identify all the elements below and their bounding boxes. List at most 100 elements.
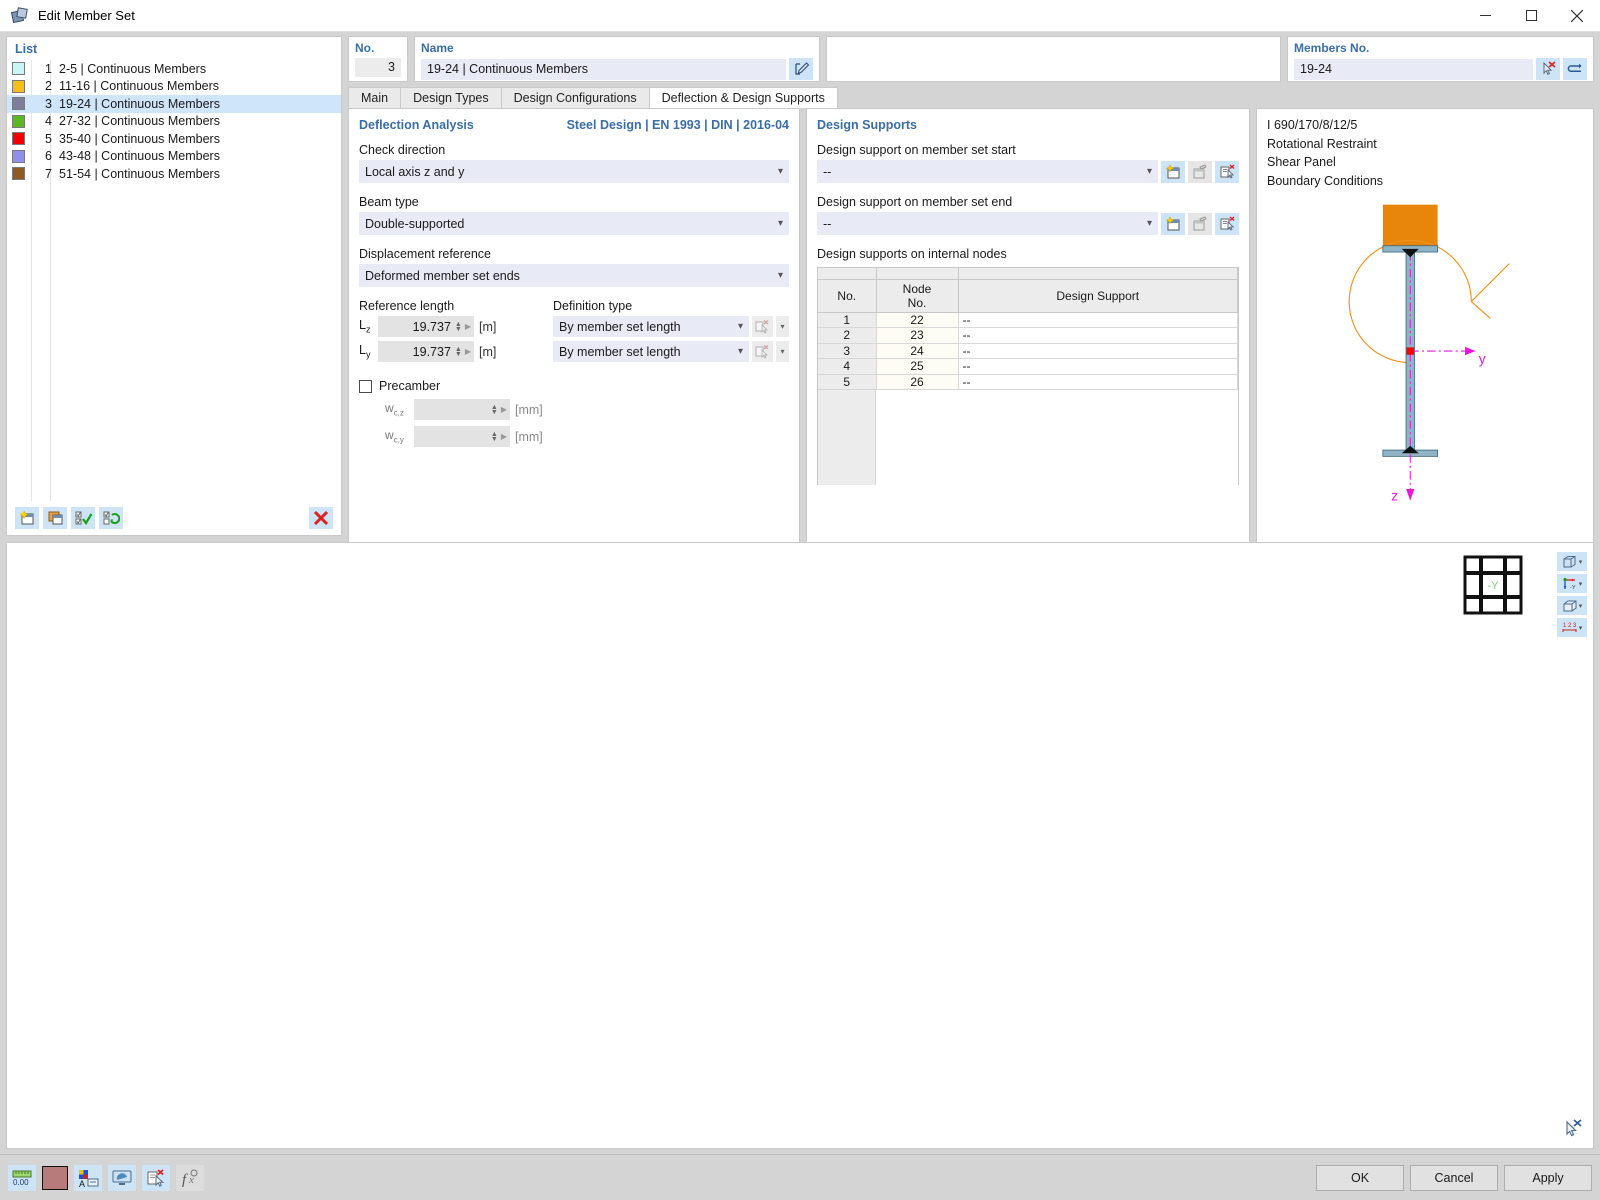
table-row[interactable]: 4 25 -- [818, 358, 1238, 375]
dialog-footer: 0.00 A fx OK Cancel Apply [0, 1154, 1600, 1200]
table-row[interactable]: 2 23 -- [818, 327, 1238, 344]
support-end-select[interactable]: -- ▾ [817, 212, 1158, 235]
reference-length-apply-arrow[interactable]: ▶ [465, 347, 471, 356]
precamber-symbol: wc,y [385, 428, 404, 445]
invert-selection-icon[interactable] [99, 507, 123, 529]
beam-type-select[interactable]: Double-supported ▾ [359, 212, 789, 235]
support-start-label: Design support on member set start [817, 143, 1016, 157]
check-direction-select[interactable]: Local axis z and y ▾ [359, 160, 789, 183]
member-set-list[interactable]: 1 2-5 | Continuous Members 2 11-16 | Contin… [7, 60, 341, 501]
list-item[interactable]: 6 43-48 | Continuous Members [7, 148, 341, 166]
reference-length-input[interactable]: 19.737 ▲ ▼ ▶ [378, 316, 474, 337]
axis-y-label: y [1479, 352, 1486, 367]
reference-length-apply-arrow[interactable]: ▶ [465, 322, 471, 331]
axis-system-icon[interactable]: -Y ▾ [1557, 574, 1587, 593]
cell-node[interactable]: 22 [876, 312, 959, 328]
definition-type-value: By member set length [559, 319, 681, 334]
close-button[interactable] [1554, 0, 1600, 32]
graphics-settings-icon[interactable]: A [74, 1164, 102, 1191]
tab-main[interactable]: Main [348, 87, 402, 108]
new-design-support-icon[interactable] [1161, 160, 1185, 183]
number-input[interactable]: 3 [355, 58, 401, 77]
maximize-button[interactable] [1508, 0, 1554, 32]
table-row[interactable]: 5 26 -- [818, 374, 1238, 390]
reference-length-spinner[interactable]: ▲ ▼ [455, 321, 462, 333]
cancel-button[interactable]: Cancel [1410, 1164, 1498, 1191]
internal-nodes-table[interactable]: No. Node No. Design Support 1 22 -- 2 23 -- 3 2… [817, 267, 1239, 390]
reference-length-spinner[interactable]: ▲ ▼ [455, 346, 462, 358]
design-standard-label: Steel Design | EN 1993 | DIN | 2016-04 [566, 118, 789, 132]
ok-button[interactable]: OK [1316, 1164, 1404, 1191]
cell-node[interactable]: 24 [876, 343, 959, 359]
units-icon[interactable]: 0.00 [8, 1164, 36, 1191]
navigation-cube[interactable]: -Y [1463, 555, 1523, 615]
name-input[interactable]: 19-24 | Continuous Members [421, 58, 786, 80]
cell-node[interactable]: 25 [876, 358, 959, 375]
list-item[interactable]: 3 19-24 | Continuous Members [7, 95, 341, 113]
precamber-apply-arrow[interactable]: ▶ [501, 432, 507, 441]
definition-type-options-chevron-down-icon[interactable]: ▾ [776, 316, 789, 337]
edit-design-support-icon[interactable] [1188, 212, 1212, 235]
cell-support[interactable]: -- [958, 327, 1238, 344]
support-start-select[interactable]: -- ▾ [817, 160, 1158, 183]
precamber-input[interactable]: ▲ ▼ ▶ [414, 399, 510, 420]
view-style-icon[interactable]: ▾ [1557, 552, 1587, 571]
cell-node[interactable]: 26 [876, 374, 959, 390]
copy-member-set-icon[interactable] [43, 507, 67, 529]
precamber-spinner[interactable]: ▲ ▼ [491, 404, 498, 416]
list-item[interactable]: 4 27-32 | Continuous Members [7, 113, 341, 131]
cell-support[interactable]: -- [958, 374, 1238, 390]
deselect-icon[interactable] [142, 1164, 170, 1191]
render-shading-icon[interactable]: ▾ [1557, 596, 1587, 615]
precamber-checkbox[interactable] [359, 379, 372, 393]
delete-member-set-icon[interactable] [309, 507, 333, 529]
cell-support[interactable]: -- [958, 312, 1238, 328]
members-field-group: Members No. 19-24 [1287, 36, 1594, 82]
cell-node[interactable]: 23 [876, 327, 959, 344]
delete-design-support-icon[interactable] [1215, 212, 1239, 235]
window-title: Edit Member Set [38, 8, 135, 23]
reference-length-input[interactable]: 19.737 ▲ ▼ ▶ [378, 341, 474, 362]
definition-type-select[interactable]: By member set length ▾ [553, 341, 749, 362]
precamber-input[interactable]: ▲ ▼ ▶ [414, 426, 510, 447]
apply-button[interactable]: Apply [1504, 1164, 1592, 1191]
pick-members-icon[interactable] [1536, 58, 1560, 80]
display-properties-icon[interactable] [108, 1164, 136, 1191]
tab-design-configurations[interactable]: Design Configurations [500, 87, 650, 108]
reverse-direction-icon[interactable] [1563, 58, 1587, 80]
definition-type-select[interactable]: By member set length ▾ [553, 316, 749, 337]
table-row[interactable]: 3 24 -- [818, 343, 1238, 359]
tab-design-types[interactable]: Design Types [400, 87, 502, 108]
table-row[interactable]: 1 22 -- [818, 312, 1238, 328]
minimize-button[interactable] [1462, 0, 1508, 32]
zoom-all-icon[interactable] [1563, 1119, 1583, 1140]
model-viewport[interactable]: 1.856 m3.002 m19.841 m5.003 m3.002 m1.85… [6, 542, 1594, 1149]
definition-type-pick-icon[interactable] [752, 341, 773, 362]
delete-design-support-icon[interactable] [1215, 160, 1239, 183]
edit-design-support-icon[interactable] [1188, 160, 1212, 183]
definition-type-pick-icon[interactable] [752, 316, 773, 337]
definition-type-value: By member set length [559, 344, 681, 359]
members-input[interactable]: 19-24 [1294, 58, 1533, 80]
formula-icon[interactable]: fx [176, 1164, 204, 1191]
cell-support[interactable]: -- [958, 343, 1238, 359]
reference-length-unit: [m] [479, 319, 497, 334]
precamber-spinner[interactable]: ▲ ▼ [491, 431, 498, 443]
cell-support[interactable]: -- [958, 358, 1238, 375]
list-item[interactable]: 2 11-16 | Continuous Members [7, 78, 341, 96]
displacement-reference-select[interactable]: Deformed member set ends ▾ [359, 264, 789, 287]
tab-deflection-design-supports[interactable]: Deflection & Design Supports [648, 87, 838, 108]
section-info-line: Rotational Restraint [1267, 136, 1377, 151]
new-design-support-icon[interactable] [1161, 212, 1185, 235]
list-item[interactable]: 7 51-54 | Continuous Members [7, 165, 341, 183]
numbering-icon[interactable]: 1 2 3 ▾ [1557, 618, 1587, 637]
list-item[interactable]: 5 35-40 | Continuous Members [7, 130, 341, 148]
chevron-down-icon: ▾ [777, 166, 783, 177]
precamber-apply-arrow[interactable]: ▶ [501, 405, 507, 414]
edit-pencil-icon[interactable] [789, 58, 813, 80]
color-swatch-button[interactable] [42, 1165, 68, 1190]
new-member-set-icon[interactable] [15, 507, 39, 529]
definition-type-options-chevron-down-icon[interactable]: ▾ [776, 341, 789, 362]
list-item[interactable]: 1 2-5 | Continuous Members [7, 60, 341, 78]
select-all-icon[interactable] [71, 507, 95, 529]
